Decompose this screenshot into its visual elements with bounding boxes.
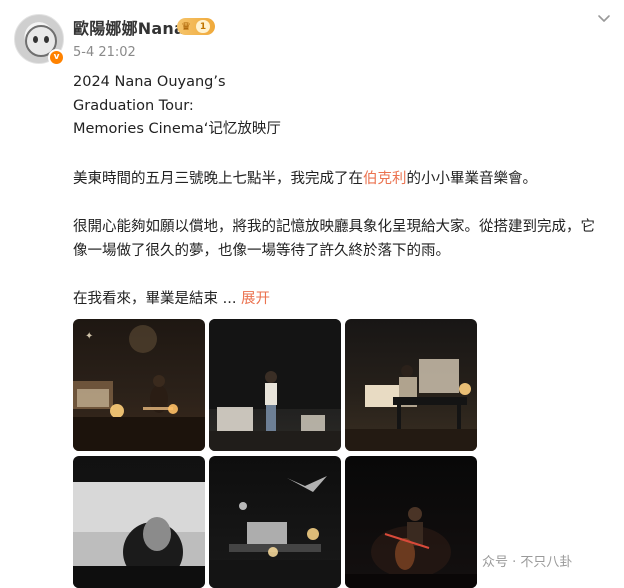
post-paragraph-2-line-1: 很開心能夠如願以償地，將我的記憶放映廳具象化呈現給大家。從搭建到完成，它 [73, 219, 595, 235]
post-title-line-2: Graduation Tour: [73, 98, 194, 114]
post-title-line-1: 2024 Nana Ouyang’s [73, 74, 226, 90]
level-number: 1 [196, 20, 210, 33]
post-title-line-3: Memories Cinema‘记忆放映厅 [73, 121, 281, 137]
author-name[interactable]: 歐陽娜娜Nana [73, 15, 185, 39]
ellipsis: ... [222, 291, 237, 307]
chevron-down-icon[interactable] [596, 10, 612, 26]
post-paragraph-1: 美東時間的五月三號晚上七點半，我完成了在伯克利的小小畢業音樂會。 [73, 167, 537, 191]
crown-icon: ♛ [181, 19, 191, 33]
watermark: 众号 · 不只八卦 [482, 555, 573, 570]
p1-text-after: 的小小畢業音樂會。 [406, 171, 538, 187]
photo-6[interactable] [345, 456, 477, 588]
photo-2[interactable] [209, 319, 341, 451]
post-paragraph-3: 在我看來，畢業是結束 ... 展开 [73, 287, 270, 311]
photo-3[interactable] [345, 319, 477, 451]
p1-text-before: 美東時間的五月三號晚上七點半，我完成了在 [73, 171, 363, 187]
photo-4[interactable] [73, 456, 205, 588]
expand-link[interactable]: 展开 [241, 291, 270, 307]
post-time[interactable]: 5-4 21:02 [73, 45, 136, 60]
verified-badge: v [48, 49, 65, 66]
photo-5[interactable] [209, 456, 341, 588]
photo-1[interactable]: ✦ [73, 319, 205, 451]
post-paragraph-2-line-2: 像一場做了很久的夢，也像一場等待了許久終於落下的雨。 [73, 243, 450, 259]
location-link[interactable]: 伯克利 [363, 171, 407, 187]
p4-text: 在我看來，畢業是結束 [73, 291, 223, 307]
level-badge[interactable]: ♛ 1 [177, 18, 215, 35]
svg-text:✦: ✦ [85, 331, 93, 342]
